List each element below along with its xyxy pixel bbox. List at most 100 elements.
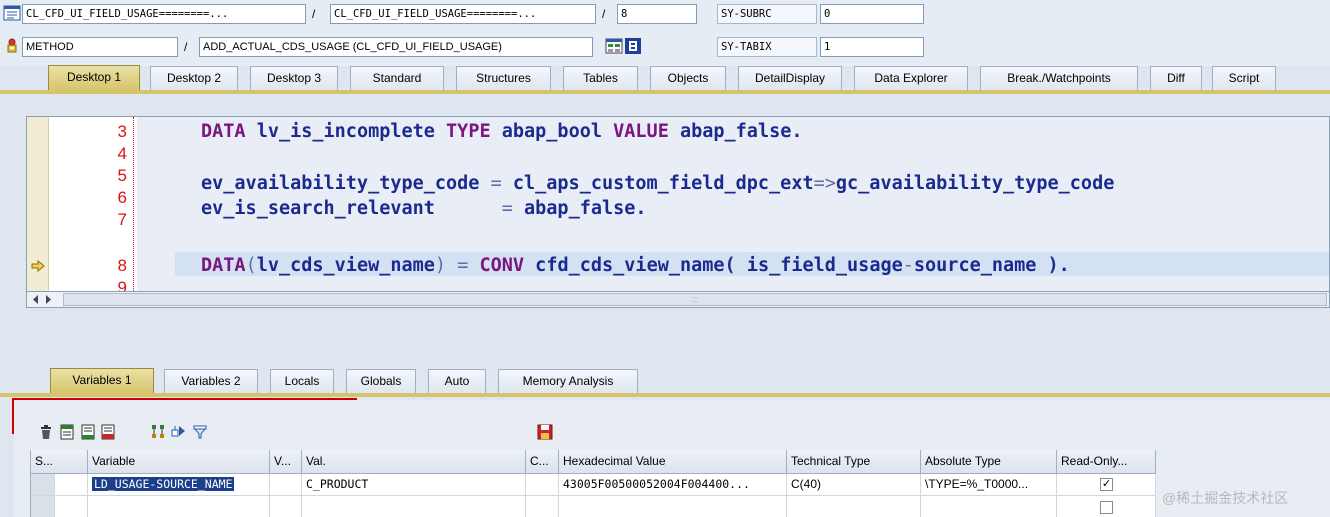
append-row-icon[interactable] [80, 424, 96, 440]
col-header-technical-type[interactable]: Technical Type [787, 450, 921, 474]
line-number: 7 [117, 210, 127, 229]
col-header-value[interactable]: Val. [302, 450, 526, 474]
table-cell [55, 496, 88, 517]
tab-globals[interactable]: Globals [346, 369, 416, 393]
tab-variables-1[interactable]: Variables 1 [50, 368, 154, 394]
line-number-column: 3 4 5 6 7 8 9 [49, 117, 137, 292]
line-number: 4 [117, 144, 127, 163]
read-only-cell: ✓ [1057, 474, 1156, 496]
scroll-grip: ::: [691, 295, 699, 304]
variable-name-cell[interactable] [88, 496, 270, 517]
tab-objects[interactable]: Objects [650, 66, 726, 90]
table-cell [270, 474, 302, 496]
col-header-status[interactable]: S... [31, 450, 88, 474]
col-header-variable[interactable]: Variable [88, 450, 270, 474]
tab-break-watchpoints[interactable]: Break./Watchpoints [980, 66, 1138, 90]
variable-name-cell[interactable]: LD_USAGE-SOURCE_NAME [88, 474, 270, 496]
tab-structures[interactable]: Structures [456, 66, 551, 90]
help-info-icon[interactable] [624, 37, 642, 55]
delete-icon[interactable] [38, 424, 54, 440]
code-line-8: DATA(lv_cds_view_name) = CONV cfd_cds_vi… [201, 255, 1070, 276]
code-line-5: ev_availability_type_code = cl_aps_custo… [201, 173, 1115, 194]
separator: / [184, 40, 188, 54]
absolute-type-cell [921, 496, 1057, 517]
include-field[interactable]: CL_CFD_UI_FIELD_USAGE========... [330, 4, 596, 24]
scroll-right-icon[interactable] [45, 294, 53, 305]
tab-variables-2[interactable]: Variables 2 [164, 369, 258, 393]
separator: / [602, 7, 606, 21]
line-number-field[interactable]: 8 [617, 4, 697, 24]
hex-value-cell[interactable]: 43005F00500052004F004400... [559, 474, 787, 496]
code-line-3: DATA lv_is_incomplete TYPE abap_bool VAL… [201, 121, 803, 142]
change-value-icon[interactable] [100, 424, 116, 440]
editor-horizontal-scrollbar[interactable]: ::: [26, 292, 1330, 308]
insert-row-icon[interactable] [59, 424, 75, 440]
watermark: @稀土掘金技术社区 [1162, 490, 1289, 506]
col-header-c[interactable]: C... [526, 450, 559, 474]
col-header-absolute-type[interactable]: Absolute Type [921, 450, 1057, 474]
table-cell [526, 496, 559, 517]
tab-desktop-2[interactable]: Desktop 2 [150, 66, 238, 90]
absolute-type-cell: \TYPE=%_T0000... [921, 474, 1057, 496]
row-selector[interactable] [31, 496, 55, 517]
technical-type-cell [787, 496, 921, 517]
line-number: 8 [117, 256, 127, 275]
variables-tabstrip: Variables 1 Variables 2 Locals Globals A… [0, 368, 1330, 397]
scroll-left-icon[interactable] [31, 294, 39, 305]
read-only-checkbox[interactable]: ✓ [1100, 478, 1113, 491]
tab-memory-analysis[interactable]: Memory Analysis [498, 369, 638, 393]
desktop-tabstrip: Desktop 1 Desktop 2 Desktop 3 Standard S… [0, 65, 1330, 94]
tab-script[interactable]: Script [1212, 66, 1276, 90]
save-icon[interactable] [537, 424, 553, 440]
main-program-field[interactable]: CL_CFD_UI_FIELD_USAGE========... [22, 4, 306, 24]
read-only-checkbox[interactable] [1100, 501, 1113, 514]
col-header-v[interactable]: V... [270, 450, 302, 474]
code-line-6: ev_is_search_relevant = abap_false. [201, 198, 647, 219]
filter-icon[interactable] [192, 424, 208, 440]
line-number-separator [133, 117, 134, 291]
row-selector[interactable] [31, 474, 55, 496]
value-cell[interactable]: C_PRODUCT [302, 474, 526, 496]
scroll-thumb[interactable]: ::: [63, 293, 1327, 306]
tab-desktop-3[interactable]: Desktop 3 [250, 66, 338, 90]
tab-auto[interactable]: Auto [428, 369, 486, 393]
variables-grid[interactable]: S... Variable V... Val. C... Hexadecimal… [30, 450, 1156, 517]
tab-standard[interactable]: Standard [350, 66, 444, 90]
tab-tables[interactable]: Tables [563, 66, 638, 90]
breakpoint-gutter[interactable] [27, 117, 49, 291]
method-icon [7, 38, 17, 53]
table-cell [270, 496, 302, 517]
line-number: 6 [117, 188, 127, 207]
debugger-header: CL_CFD_UI_FIELD_USAGE========... / CL_CF… [0, 0, 1330, 66]
tab-underline [0, 393, 1330, 397]
event-field[interactable]: ADD_ACTUAL_CDS_USAGE (CL_CFD_UI_FIELD_US… [199, 37, 593, 57]
sy-subrc-value[interactable]: 0 [820, 4, 924, 24]
tab-locals[interactable]: Locals [270, 369, 334, 393]
line-number: 9 [117, 278, 127, 292]
hex-value-cell[interactable] [559, 496, 787, 517]
value-cell[interactable] [302, 496, 526, 517]
col-header-hexadecimal-value[interactable]: Hexadecimal Value [559, 450, 787, 474]
tab-underline [0, 90, 1330, 94]
current-line-arrow-icon [31, 260, 45, 272]
sy-tabix-value[interactable]: 1 [820, 37, 924, 57]
tab-diff[interactable]: Diff [1150, 66, 1202, 90]
program-icon [3, 5, 21, 21]
separator: / [312, 7, 316, 21]
event-type-field[interactable]: METHOD [22, 37, 178, 57]
tab-desktop-1[interactable]: Desktop 1 [48, 65, 140, 91]
sy-subrc-label: SY-SUBRC [717, 4, 817, 24]
col-header-read-only[interactable]: Read-Only... [1057, 450, 1156, 474]
navigate-icon[interactable] [171, 424, 187, 440]
read-only-cell [1057, 496, 1156, 517]
source-code-editor[interactable]: 3 4 5 6 7 8 9 DATA lv_is_incomplete TYPE… [26, 116, 1330, 292]
grid-icon[interactable] [605, 37, 623, 55]
tab-detaildisplay[interactable]: DetailDisplay [738, 66, 842, 90]
code-area[interactable]: DATA lv_is_incomplete TYPE abap_bool VAL… [137, 117, 1329, 291]
technical-type-cell: C(40) [787, 474, 921, 496]
line-number: 5 [117, 166, 127, 185]
line-number: 3 [117, 122, 127, 141]
tab-data-explorer[interactable]: Data Explorer [854, 66, 968, 90]
sy-tabix-label: SY-TABIX [717, 37, 817, 57]
hierarchy-icon[interactable] [150, 424, 166, 440]
